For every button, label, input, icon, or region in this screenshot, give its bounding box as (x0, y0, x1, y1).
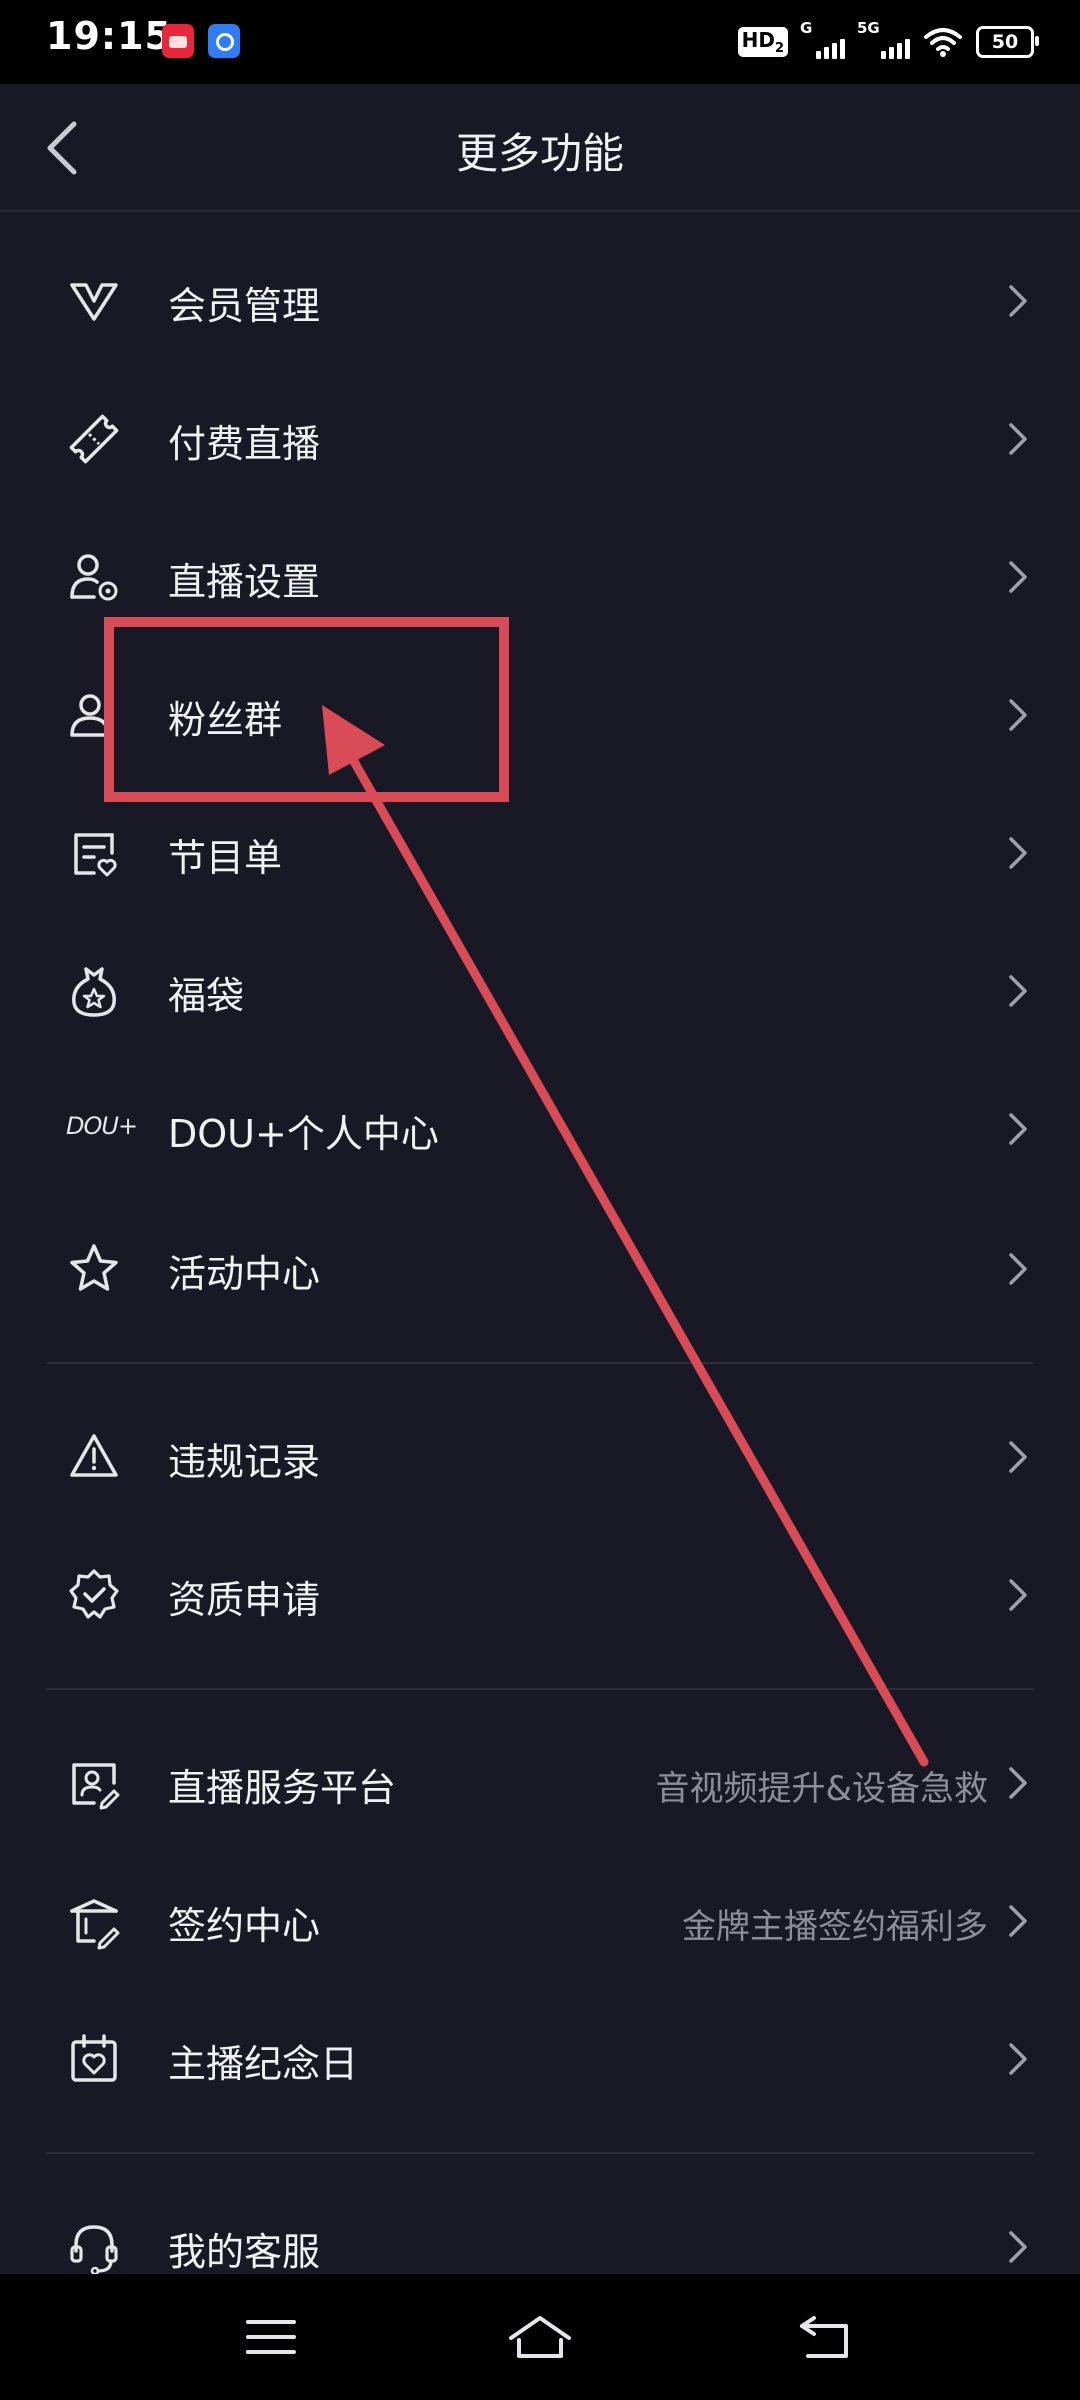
hd-label: HD (741, 28, 775, 52)
star-icon (70, 1244, 118, 1291)
chevron-right-icon (1009, 1441, 1027, 1473)
chevron-right-icon (1009, 837, 1027, 869)
signal-label-5g: 5G (857, 19, 880, 37)
chevron-right-icon (1009, 2231, 1027, 2263)
menu-item-label: 主播纪念日 (168, 2042, 359, 2086)
chevron-right-icon (1009, 1767, 1027, 1799)
menu-item-label: 资质申请 (168, 1578, 321, 1622)
signal-strength-icon: G (800, 19, 845, 59)
menu-item-lucky-bag[interactable]: 福袋 (0, 922, 1080, 1060)
ticket-icon (69, 414, 119, 464)
menu-item-label: 会员管理 (168, 284, 321, 328)
chevron-right-icon (1009, 561, 1027, 593)
menu-item-vip[interactable]: 会员管理 (0, 232, 1080, 370)
app-notification-icon (162, 24, 194, 58)
chevron-right-icon (1009, 1579, 1027, 1611)
page-header: 更多功能 (0, 84, 1080, 212)
menu-item-live-service-platform[interactable]: 直播服务平台 音视频提升&设备急救 (0, 1714, 1080, 1852)
menu-item-label: 违规记录 (168, 1440, 321, 1484)
status-bar: 19:15 HD2 G 5G 50 (0, 0, 1080, 84)
menu-item-contract-center[interactable]: 签约中心 金牌主播签约福利多 (0, 1852, 1080, 1990)
section-divider (46, 1688, 1034, 1690)
menu-item-dou-plus[interactable]: DOU+ DOU+个人中心 (0, 1060, 1080, 1198)
status-indicators: HD2 G 5G 50 (737, 19, 1039, 62)
menu-item-activity-center[interactable]: 活动中心 (0, 1200, 1080, 1338)
calendar-heart-icon (71, 2034, 117, 2082)
chevron-right-icon (1009, 975, 1027, 1007)
service-platform-icon (72, 1763, 120, 1810)
wifi-icon (924, 28, 962, 57)
menu-item-qualification[interactable]: 资质申请 (0, 1526, 1080, 1664)
menu-item-program-list[interactable]: 节目单 (0, 784, 1080, 922)
dou-plus-icon: DOU+ (66, 1112, 138, 1140)
home-icon[interactable] (505, 2304, 575, 2370)
back-icon[interactable] (790, 2304, 860, 2370)
menu-item-anchor-anniversary[interactable]: 主播纪念日 (0, 1990, 1080, 2128)
battery-icon: 50 (976, 26, 1039, 58)
system-nav-bar (0, 2274, 1080, 2400)
menu-item-label: 活动中心 (168, 1252, 321, 1296)
warning-icon (70, 1434, 118, 1477)
vip-diamond-icon (70, 283, 118, 321)
lucky-bag-icon (72, 967, 116, 1017)
menu-item-paid-live[interactable]: 付费直播 (0, 370, 1080, 508)
hd-sub-label: 2 (774, 41, 784, 56)
chevron-right-icon (1009, 285, 1027, 317)
menu-item-label: 直播服务平台 (168, 1766, 397, 1810)
chevron-right-icon (1009, 1905, 1027, 1937)
signal-label-g: G (800, 19, 813, 37)
section-divider (46, 2152, 1034, 2154)
menu-item-label: 签约中心 (168, 1904, 321, 1948)
menu-item-subtitle: 音视频提升&设备急救 (655, 1769, 988, 1809)
contract-icon (70, 1899, 120, 1950)
chevron-right-icon (1009, 1253, 1027, 1285)
chevron-right-icon (1009, 423, 1027, 455)
alarm-app-icon (208, 24, 240, 58)
menu-item-label: 直播设置 (168, 560, 321, 604)
signal-strength-5g-icon: 5G (857, 19, 910, 59)
menu-item-label: 我的客服 (168, 2230, 321, 2274)
menu-item-label: 付费直播 (168, 422, 321, 466)
chevron-right-icon (1009, 699, 1027, 731)
highlight-box (104, 617, 509, 802)
page-title: 更多功能 (455, 129, 624, 178)
menu-item-label: 福袋 (168, 974, 245, 1018)
chevron-right-icon (1009, 1113, 1027, 1145)
section-divider (46, 1362, 1034, 1364)
menu-item-label: 节目单 (168, 836, 283, 880)
hd-voice-icon: HD2 (737, 27, 788, 57)
menu-icon[interactable] (236, 2304, 306, 2370)
program-list-icon (74, 833, 117, 877)
verified-badge-icon (69, 1569, 119, 1619)
chevron-right-icon (1009, 2043, 1027, 2075)
menu-item-label: DOU+个人中心 (168, 1112, 439, 1156)
headset-icon (70, 2225, 118, 2276)
menu-item-violation-records[interactable]: 违规记录 (0, 1388, 1080, 1526)
status-time: 19:15 (46, 14, 172, 58)
user-settings-icon (70, 554, 118, 601)
menu-item-subtitle: 金牌主播签约福利多 (682, 1907, 988, 1947)
